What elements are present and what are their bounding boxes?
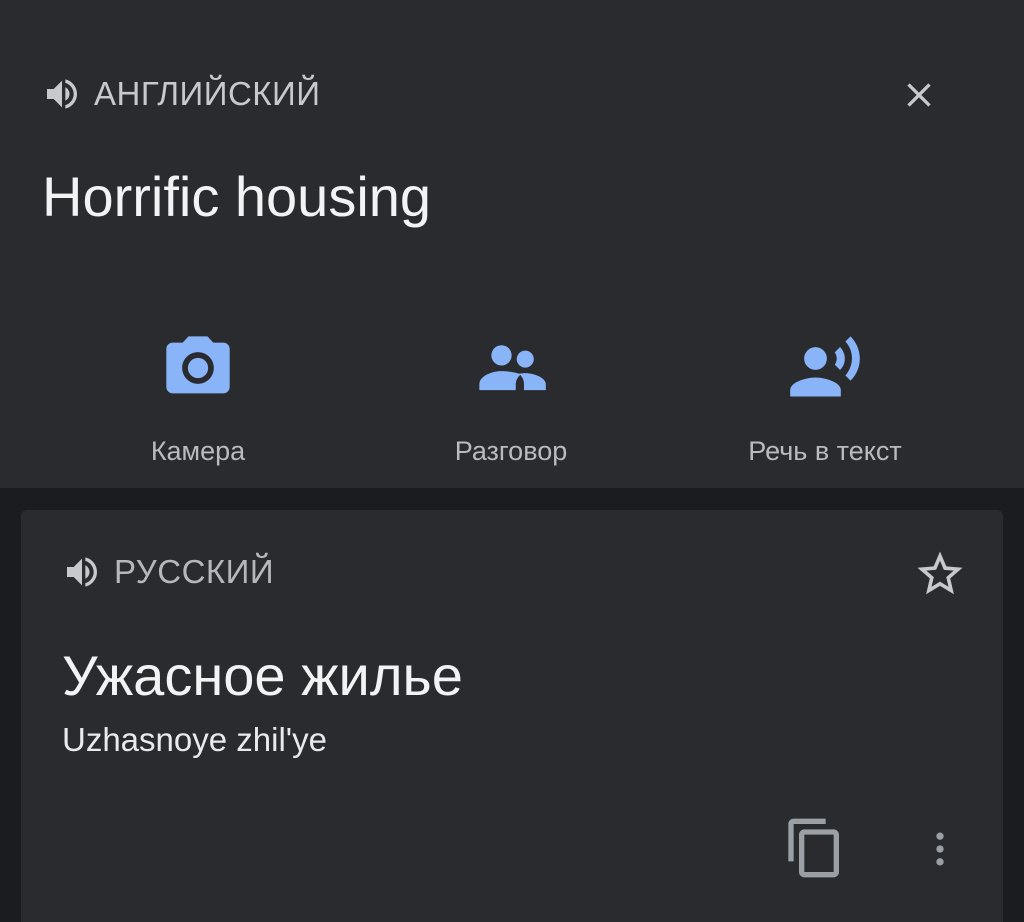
camera-button[interactable]: Камера: [88, 330, 308, 470]
volume-up-icon[interactable]: [42, 74, 82, 114]
more-vert-icon: [936, 832, 944, 866]
close-button[interactable]: [894, 70, 944, 120]
translation-text: Ужасное жилье: [62, 644, 463, 707]
source-text[interactable]: Horrific housing: [42, 162, 431, 232]
more-options-button[interactable]: [918, 818, 962, 880]
speech-to-text-label: Речь в текст: [748, 436, 902, 466]
target-language-row[interactable]: РУССКИЙ: [62, 552, 274, 592]
star-outline-icon: [917, 551, 963, 595]
speech-to-text-button[interactable]: Речь в текст: [715, 330, 935, 470]
record-voice-icon: [790, 336, 860, 397]
conversation-button[interactable]: Разговор: [401, 330, 621, 470]
source-panel: АНГЛИЙСКИЙ Horrific housing Камера Разго…: [0, 0, 1024, 488]
camera-label: Камера: [150, 436, 246, 466]
camera-icon: [166, 336, 230, 394]
conversation-label: Разговор: [454, 436, 568, 466]
save-favorite-button[interactable]: [912, 546, 968, 602]
target-language-label: РУССКИЙ: [114, 553, 275, 590]
translate-screen: АНГЛИЙСКИЙ Horrific housing Камера Разго…: [0, 0, 1024, 922]
copy-button[interactable]: [782, 812, 848, 884]
volume-up-icon[interactable]: [62, 552, 102, 592]
transliteration-text: Uzhasnoye zhil'ye: [62, 721, 327, 758]
copy-icon: [788, 818, 839, 878]
people-icon: [479, 345, 546, 391]
source-language-label: АНГЛИЙСКИЙ: [94, 75, 321, 112]
source-language-row[interactable]: АНГЛИЙСКИЙ: [42, 74, 320, 114]
close-icon: [907, 83, 931, 107]
